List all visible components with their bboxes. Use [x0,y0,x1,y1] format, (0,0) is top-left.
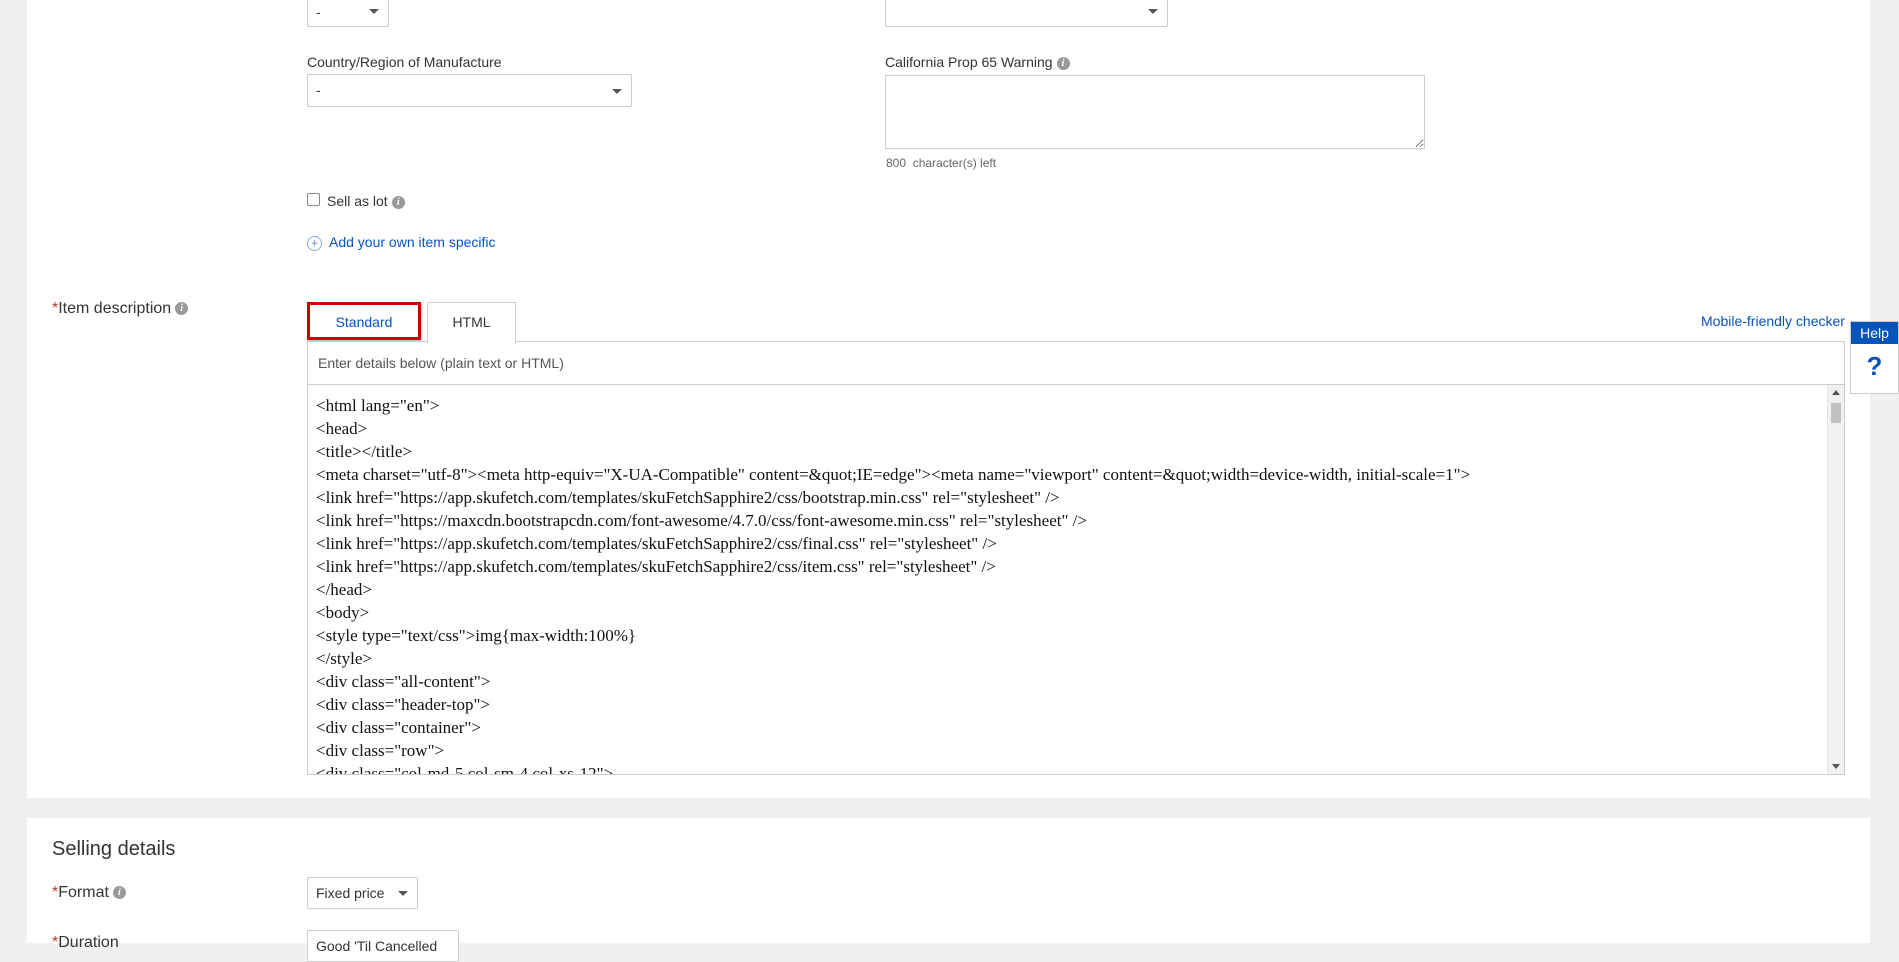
description-editor: Enter details below (plain text or HTML)… [307,341,1845,775]
help-label: Help [1851,322,1898,344]
prop65-label-row: California Prop 65 Warning i [885,54,1070,70]
scroll-up-arrow-icon[interactable] [1832,390,1840,395]
info-icon[interactable]: i [1056,56,1070,70]
top-left-select-value: - [316,4,321,20]
format-select-value: Fixed price [316,885,385,901]
plus-circle-icon: + [307,235,322,251]
format-label-row: *Format i [52,884,126,902]
code-line: <div class="header-top"> [316,695,491,714]
tab-html-label: HTML [452,314,491,330]
code-line: <title></title> [316,442,412,461]
info-icon[interactable]: i [175,302,189,316]
code-line: <div class="col-md-5 col-sm-4 col-xs-12"… [316,764,614,774]
prop65-textarea[interactable] [885,75,1425,149]
chars-left-text: character(s) left [912,156,997,170]
html-code-textarea[interactable]: <html lang="en"> <head> <title></title> … [308,385,1828,774]
code-line: <link href="https://app.skufetch.com/tem… [316,557,996,576]
code-line: <body> [316,603,370,622]
editor-scrollbar[interactable] [1827,385,1844,774]
code-line: <html lang="en"> [316,396,440,415]
scrollbar-thumb[interactable] [1831,403,1841,423]
chars-left-count: 800 [886,156,907,170]
item-description-label-row: *Item description i [52,300,189,318]
code-line: <div class="row"> [316,741,445,760]
add-item-specific-link[interactable]: + Add your own item specific [307,234,496,251]
code-line: <link href="https://app.skufetch.com/tem… [316,534,997,553]
help-widget[interactable]: Help ? [1850,321,1899,394]
tab-html[interactable]: HTML [427,302,516,344]
sell-as-lot-label: Sell as lot [327,193,388,209]
code-line: <link href="https://maxcdn.bootstrapcdn.… [316,511,1087,530]
tab-standard-label: Standard [335,314,393,330]
description-hint: Enter details below (plain text or HTML) [318,355,564,371]
code-line: <link href="https://app.skufetch.com/tem… [316,488,1060,507]
top-right-select[interactable] [885,0,1168,27]
info-icon[interactable]: i [391,195,405,209]
top-left-select[interactable]: - [307,0,389,27]
info-icon[interactable]: i [112,886,126,900]
chevron-down-icon [1148,9,1158,14]
tab-standard[interactable]: Standard [307,302,421,340]
country-label: Country/Region of Manufacture [307,54,502,70]
code-line: </head> [316,580,372,599]
mobile-friendly-checker-link[interactable]: Mobile-friendly checker [1701,313,1845,329]
add-item-specific-label: Add your own item specific [329,234,496,250]
code-line: </style> [316,649,373,668]
scroll-down-arrow-icon[interactable] [1832,764,1840,769]
chars-left: 800 character(s) left [886,156,996,170]
prop65-label: California Prop 65 Warning [885,54,1053,70]
question-icon: ? [1866,351,1883,381]
format-select[interactable]: Fixed price [307,877,418,909]
selling-details-panel [27,818,1870,943]
duration-label-row: *Duration [52,934,119,952]
chevron-down-icon [369,9,379,14]
item-description-label: Item description [58,300,172,317]
code-line: <div class="all-content"> [316,672,491,691]
selling-details-title: Selling details [52,838,176,860]
chevron-down-icon [612,88,622,94]
country-select-value: - [316,82,321,98]
format-label: Format [58,884,109,901]
duration-select-value: Good 'Til Cancelled [316,938,438,954]
country-select[interactable]: - [307,74,632,107]
sell-as-lot-checkbox[interactable] [307,193,320,206]
code-line: <div class="container"> [316,718,481,737]
code-line: <style type="text/css">img{max-width:100… [316,626,637,645]
code-line: <head> [316,419,368,438]
duration-select[interactable]: Good 'Til Cancelled [307,930,459,962]
sell-as-lot-row: Sell as lot i [327,193,405,209]
code-line: <meta charset="utf-8"><meta http-equiv="… [316,465,1471,484]
chevron-down-icon [398,891,408,896]
